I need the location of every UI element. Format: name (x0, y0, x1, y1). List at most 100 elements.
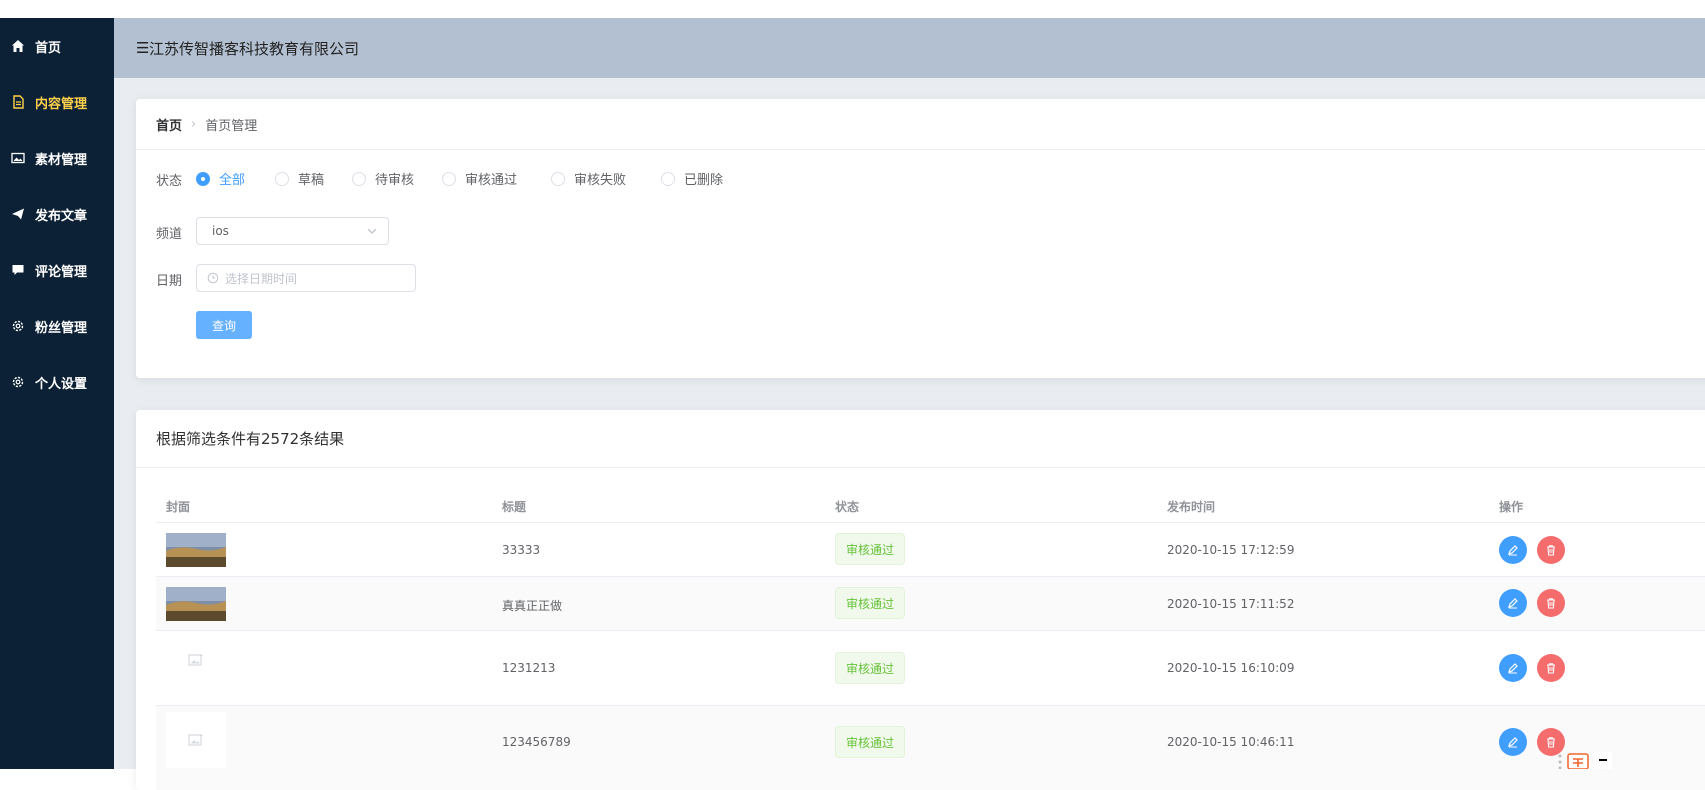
row-title: 123456789 (502, 735, 571, 749)
date-placeholder: 选择日期时间 (225, 271, 298, 286)
gear-icon (11, 375, 25, 389)
sidebar-item-publish[interactable]: 发布文章 (0, 186, 114, 242)
row-title: 1231213 (502, 661, 556, 675)
edit-icon (1508, 598, 1518, 609)
breadcrumb-current: 首页管理 (205, 118, 258, 134)
row-time: 2020-10-15 10:46:11 (1167, 735, 1295, 749)
radio-rejected[interactable]: 审核失败 (551, 169, 626, 188)
channel-select-value: ios (212, 224, 229, 238)
sidebar-item-label: 评论管理 (35, 264, 88, 280)
radio-label: 审核失败 (574, 173, 627, 188)
table-row: 真真正正做 审核通过 2020-10-15 17:11:52 (156, 577, 1705, 631)
column-header-status: 状态 (835, 500, 860, 514)
sidebar-item-label: 内容管理 (35, 96, 88, 112)
column-header-actions: 操作 (1499, 500, 1524, 514)
sidebar-item-fans[interactable]: 粉丝管理 (0, 298, 114, 354)
sidebar-item-label: 发布文章 (35, 208, 88, 224)
channel-label: 频道 (156, 227, 183, 242)
delete-button[interactable] (1537, 654, 1565, 682)
breadcrumb-home[interactable]: 首页 (156, 115, 182, 134)
radio-pending[interactable]: 待审核 (352, 169, 414, 188)
radio-draft[interactable]: 草稿 (275, 169, 324, 188)
document-icon (11, 95, 25, 109)
cover-placeholder (166, 712, 226, 768)
row-time: 2020-10-15 17:11:52 (1167, 597, 1295, 611)
image-icon (11, 151, 25, 165)
status-badge: 审核通过 (835, 533, 906, 565)
radio-approved[interactable]: 审核通过 (442, 169, 517, 188)
floating-widget-icon[interactable] (1556, 750, 1616, 769)
sidebar-item-materials[interactable]: 素材管理 (0, 130, 114, 186)
radio-dot (352, 171, 366, 186)
results-summary: 根据筛选条件有2572条结果 (136, 410, 1705, 468)
edit-icon (1508, 737, 1518, 748)
filter-card: 首页 › 首页管理 状态 全部 草稿 待审核 审核通过 审核失败 已删除 频道 … (136, 99, 1705, 378)
edit-button[interactable] (1499, 589, 1527, 617)
sidebar-item-home[interactable]: 首页 (0, 18, 114, 74)
edit-button[interactable] (1499, 654, 1527, 682)
table-row: 123456789 审核通过 2020-10-15 10:46:11 (156, 706, 1705, 790)
edit-button[interactable] (1499, 728, 1527, 756)
trash-icon (1547, 663, 1555, 674)
image-placeholder-icon (188, 734, 203, 746)
menu-icon[interactable]: ☰ (136, 39, 149, 57)
row-title: 33333 (502, 543, 541, 557)
image-placeholder-icon (188, 654, 203, 666)
sidebar-item-label: 首页 (35, 40, 62, 56)
chevron-right-icon: › (191, 116, 197, 132)
comment-icon (11, 263, 25, 277)
radio-label: 草稿 (298, 173, 325, 188)
sidebar-item-label: 粉丝管理 (35, 320, 88, 336)
row-time: 2020-10-15 16:10:09 (1167, 661, 1295, 675)
sidebar-item-label: 素材管理 (35, 152, 88, 168)
edit-button[interactable] (1499, 536, 1527, 564)
sidebar-item-comments[interactable]: 评论管理 (0, 242, 114, 298)
trash-icon (1547, 545, 1555, 556)
radio-label: 全部 (219, 173, 246, 188)
column-header-time: 发布时间 (1167, 500, 1216, 514)
delete-button[interactable] (1537, 536, 1565, 564)
home-icon (11, 39, 25, 53)
browser-top-strip (0, 0, 1705, 18)
radio-dot (275, 171, 289, 186)
sidebar: 首页 内容管理 素材管理 发布文章 评论管理 粉丝管理 个人设置 (0, 18, 114, 769)
radio-label: 待审核 (375, 173, 415, 188)
column-header-cover: 封面 (166, 500, 191, 514)
breadcrumb: 首页 › 首页管理 (136, 99, 1705, 150)
radio-all[interactable]: 全部 (196, 169, 245, 188)
header: ☰ 江苏传智播客科技教育有限公司 (114, 18, 1705, 78)
radio-label: 已删除 (684, 173, 724, 188)
row-title: 真真正正做 (502, 599, 563, 613)
status-badge: 审核通过 (835, 726, 906, 758)
radio-dot (442, 171, 456, 186)
sidebar-item-label: 个人设置 (35, 376, 88, 392)
chevron-down-icon (367, 228, 377, 234)
table-row: 1231213 审核通过 2020-10-15 16:10:09 (156, 631, 1705, 706)
cover-placeholder (166, 643, 226, 677)
query-button[interactable]: 查询 (196, 311, 252, 339)
radio-label: 审核通过 (465, 173, 518, 188)
sidebar-item-content[interactable]: 内容管理 (0, 74, 114, 130)
radio-dot (661, 171, 675, 186)
edit-icon (1508, 545, 1518, 556)
company-name: 江苏传智播客科技教育有限公司 (149, 39, 360, 58)
radio-dot (196, 171, 210, 186)
column-header-title: 标题 (502, 500, 527, 514)
row-time: 2020-10-15 17:12:59 (1167, 543, 1295, 557)
trash-icon (1547, 737, 1555, 748)
gear-icon (11, 319, 25, 333)
date-label: 日期 (156, 274, 183, 289)
clock-icon (207, 272, 219, 284)
cover-image (166, 587, 226, 621)
delete-button[interactable] (1537, 589, 1565, 617)
sidebar-item-settings[interactable]: 个人设置 (0, 354, 114, 410)
status-label: 状态 (156, 174, 183, 189)
cover-image (166, 533, 226, 567)
radio-dot (551, 171, 565, 186)
status-badge: 审核通过 (835, 587, 906, 619)
date-picker-input[interactable]: 选择日期时间 (196, 264, 416, 292)
edit-icon (1508, 663, 1518, 674)
channel-select[interactable]: ios (196, 217, 389, 245)
radio-deleted[interactable]: 已删除 (661, 169, 723, 188)
send-icon (11, 207, 25, 221)
